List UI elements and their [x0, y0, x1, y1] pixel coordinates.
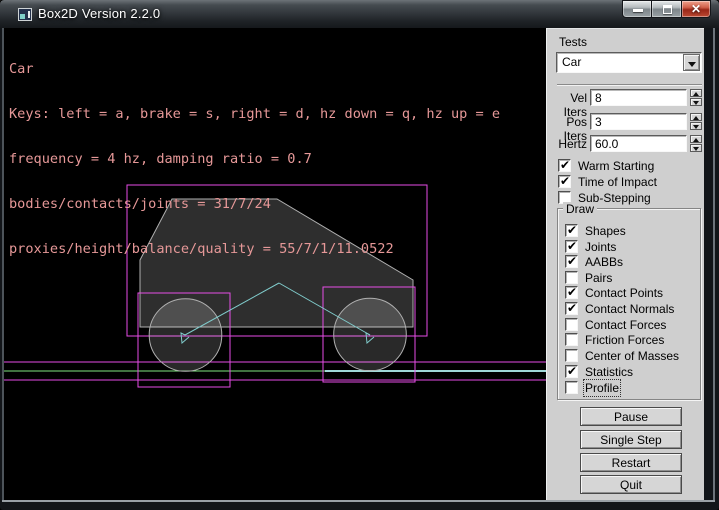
tests-dropdown[interactable]: Car [556, 52, 702, 73]
single-step-button[interactable]: Single Step [580, 430, 682, 449]
arrow-up-icon [693, 138, 699, 142]
restart-button[interactable]: Restart [580, 453, 682, 472]
checkbox-box[interactable] [565, 381, 578, 394]
stats-proxies: proxies/height/balance/quality = 55/7/1/… [9, 242, 500, 257]
quit-button[interactable]: Quit [580, 475, 682, 494]
checkbox-box[interactable]: ✔ [558, 175, 571, 188]
checkbox-box[interactable]: ✔ [565, 255, 578, 268]
stats-bodies: bodies/contacts/joints = 31/7/24 [9, 197, 500, 212]
stats-frequency: frequency = 4 hz, damping ratio = 0.7 [9, 152, 500, 167]
checkbox-label: Friction Forces [585, 333, 664, 347]
checkbox-box[interactable] [565, 333, 578, 346]
arrow-up-icon [693, 92, 699, 96]
pos-iters-input[interactable] [590, 113, 687, 130]
arrow-up-icon [693, 116, 699, 120]
arrow-down-icon [693, 147, 699, 151]
close-icon: ✕ [682, 2, 710, 16]
check-icon: ✔ [560, 158, 570, 172]
check-icon: ✔ [567, 364, 577, 378]
hertz-label: Hertz [547, 137, 587, 151]
checkbox-box[interactable]: ✔ [565, 224, 578, 237]
check-icon: ✔ [567, 254, 577, 268]
checkbox-label: Joints [585, 240, 616, 254]
checkbox-label: Contact Points [585, 286, 663, 300]
maximize-icon [663, 5, 672, 14]
draw-group-label: Draw [563, 202, 597, 216]
arrow-down-icon [693, 125, 699, 129]
checkbox-box[interactable]: ✔ [565, 365, 578, 378]
checkbox-label: Center of Masses [585, 349, 679, 363]
tests-label: Tests [559, 35, 587, 49]
frame-right [713, 28, 715, 500]
hertz-input[interactable] [590, 135, 687, 152]
check-icon: ✔ [567, 301, 577, 315]
check-icon: ✔ [567, 223, 577, 237]
separator [557, 84, 702, 86]
vel-iters-down-button[interactable] [690, 98, 702, 106]
stats-test-name: Car [9, 62, 500, 77]
close-button[interactable]: ✕ [681, 0, 711, 18]
title-bar[interactable]: Box2D Version 2.2.0 ✕ [0, 0, 719, 28]
checkbox-box[interactable] [565, 349, 578, 362]
checkbox-label: Contact Forces [585, 318, 666, 332]
checkbox-box[interactable]: ✔ [558, 159, 571, 172]
vel-iters-spinner [690, 89, 702, 106]
stats-keys: Keys: left = a, brake = s, right = d, hz… [9, 107, 500, 122]
pos-iters-spinner [690, 113, 702, 130]
hertz-down-button[interactable] [690, 144, 702, 152]
checkbox-label: Profile [585, 381, 619, 395]
tests-dropdown-button[interactable] [683, 54, 700, 71]
check-icon: ✔ [567, 285, 577, 299]
window-title: Box2D Version 2.2.0 [38, 6, 160, 21]
draw-groupbox: Draw ✔ Shapes ✔ Joints ✔ AABBs Pairs ✔ C… [557, 208, 701, 400]
minimize-icon [633, 9, 643, 12]
app-window: Box2D Version 2.2.0 ✕ [0, 0, 719, 510]
checkbox-box[interactable]: ✔ [565, 240, 578, 253]
minimize-button[interactable] [622, 0, 652, 18]
checkbox-label: Contact Normals [585, 302, 674, 316]
tests-dropdown-value: Car [562, 55, 581, 69]
hertz-up-button[interactable] [690, 135, 702, 143]
checkbox-box[interactable]: ✔ [565, 302, 578, 315]
checkbox-label: AABBs [585, 255, 623, 269]
checkbox-label: Time of Impact [578, 175, 657, 189]
pos-iters-down-button[interactable] [690, 122, 702, 130]
vel-iters-input[interactable] [590, 89, 687, 106]
statistics-readout: Car Keys: left = a, brake = s, right = d… [9, 32, 500, 287]
checkbox-label: Shapes [585, 224, 626, 238]
checkbox-label: Statistics [585, 365, 633, 379]
frame-bottom [2, 500, 715, 502]
app-icon [18, 8, 32, 21]
pause-button[interactable]: Pause [580, 407, 682, 426]
checkbox-box[interactable] [565, 271, 578, 284]
checkbox-box[interactable]: ✔ [565, 286, 578, 299]
vel-iters-up-button[interactable] [690, 89, 702, 97]
check-icon: ✔ [567, 239, 577, 253]
maximize-button[interactable] [651, 0, 682, 18]
chevron-down-icon [688, 62, 696, 67]
checkbox-label: Pairs [585, 271, 612, 285]
pos-iters-up-button[interactable] [690, 113, 702, 121]
simulation-viewport[interactable]: Car Keys: left = a, brake = s, right = d… [4, 28, 546, 500]
check-icon: ✔ [560, 174, 570, 188]
checkbox-box[interactable] [565, 318, 578, 331]
control-panel: Tests Car Vel Iters Pos Iters [546, 28, 704, 500]
arrow-down-icon [693, 101, 699, 105]
hertz-spinner [690, 135, 702, 152]
checkbox-label: Warm Starting [578, 159, 654, 173]
